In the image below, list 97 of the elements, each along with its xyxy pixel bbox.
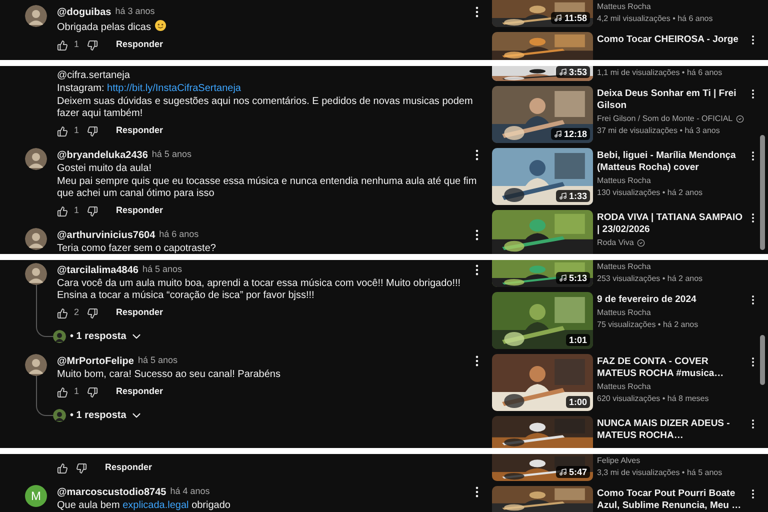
music-note-icon <box>554 130 562 138</box>
video-stats: 4,2 mil visualizações • há 6 anos <box>597 13 714 24</box>
video-title[interactable]: Como Tocar CHEIROSA - Jorge <box>597 32 743 46</box>
comment-author[interactable]: @doguibas <box>57 4 112 20</box>
like-count: 2 <box>74 306 80 320</box>
comment-link[interactable]: explicada.legal <box>122 500 189 511</box>
replies-toggle[interactable]: • 1 resposta <box>53 403 484 427</box>
video-duration: 12:18 <box>550 128 590 140</box>
comment-author[interactable]: @marcoscustodio8745 <box>57 484 166 500</box>
scrollbar-thumb[interactable] <box>760 135 765 250</box>
avatar <box>25 5 47 27</box>
comment-text: Cara você da um aula muito boa, aprendi a tocar essa música com você!! Muito obrigado!!! Ensina a tocar a música “coração de isca” por favor bjss!!! <box>57 278 462 302</box>
video-duration: 5:13 <box>556 272 590 284</box>
channel-name[interactable]: Matteus Rocha <box>597 261 651 272</box>
music-note-icon <box>558 274 567 282</box>
channel-name[interactable]: Matteus Rocha <box>597 1 651 12</box>
reply-button[interactable]: Responder <box>116 306 164 320</box>
comment-link[interactable]: http://bit.ly/InstaCifraSertaneja <box>107 83 241 94</box>
video-title[interactable]: NUNCA MAIS DIZER ADEUS - MATEUS ROCHA… <box>597 416 743 442</box>
comment-text: @cifra.sertaneja <box>57 70 131 82</box>
comment-time: há 3 anos <box>115 5 155 18</box>
video-stats: 620 visualizações • há 8 meses <box>597 393 710 404</box>
avatar <box>25 148 47 170</box>
video-stats: 130 visualizações • há 2 anos <box>597 187 704 198</box>
video-duration: 5:47 <box>556 466 590 478</box>
comment-author[interactable]: @bryandeluka2436 <box>57 148 148 162</box>
comment-author[interactable]: @MrPortoFelipe <box>57 354 134 368</box>
comment-author[interactable]: @tarcilalima4846 <box>57 262 138 278</box>
channel-name[interactable]: Matteus Rocha <box>597 381 651 392</box>
comment-text: Muito bom, cara! Sucesso ao seu canal! Parabéns <box>57 369 282 381</box>
scrollbar-thumb[interactable] <box>760 335 765 385</box>
reply-button[interactable]: Responder <box>116 124 164 138</box>
dislike-icon[interactable] <box>87 40 98 50</box>
video-duration: 1:33 <box>556 190 590 202</box>
video-duration: 11:58 <box>551 12 590 24</box>
replies-toggle[interactable]: • 1 resposta <box>53 324 484 348</box>
music-note-icon <box>554 14 562 22</box>
music-note-icon <box>558 192 567 200</box>
comment-text: Que aula bem explicada.legal obrigado <box>57 500 232 512</box>
video-title[interactable]: 9 de fevereiro de 2024 <box>597 292 743 306</box>
like-count: 1 <box>74 124 80 138</box>
reply-button[interactable]: Responder <box>116 385 164 399</box>
channel-name[interactable]: Matteus Rocha <box>597 175 651 186</box>
video-stats: 75 visualizações • há 2 anos <box>597 319 700 330</box>
video-duration: 3:53 <box>556 66 590 78</box>
avatar <box>25 354 47 376</box>
dislike-icon[interactable] <box>87 206 98 216</box>
comment-text: Teria como fazer sem o capotraste? <box>57 243 217 254</box>
avatar <box>53 408 66 422</box>
reply-button[interactable]: Responder <box>116 38 164 52</box>
video-duration: 1:00 <box>566 396 590 408</box>
channel-name[interactable]: Felipe Alves <box>597 455 640 466</box>
avatar <box>25 228 47 250</box>
video-title[interactable]: RODA VIVA | TATIANA SAMPAIO | 23/02/2026 <box>597 210 743 236</box>
channel-name[interactable]: Frei Gilson / Som do Monte - OFICIAL <box>597 113 733 124</box>
dislike-icon[interactable] <box>87 126 98 136</box>
comment-time: há 4 anos <box>170 485 210 498</box>
video-stats: 3,3 mi de visualizações • há 5 anos <box>597 467 724 478</box>
music-note-icon <box>558 68 567 76</box>
comment-time: há 5 anos <box>152 148 192 162</box>
like-icon[interactable] <box>57 126 68 136</box>
channel-name[interactable]: Matteus Rocha <box>597 307 651 318</box>
channel-name[interactable]: Roda Viva <box>597 237 634 248</box>
comment-text: Deixem suas dúvidas e sugestões aqui nos comentários. E pedidos de novas musicas podem fazer aqui também! <box>57 96 474 120</box>
like-count: 1 <box>74 204 80 218</box>
comment-time: há 6 anos <box>159 228 199 242</box>
dislike-icon[interactable] <box>87 386 98 398</box>
like-count: 1 <box>74 385 80 398</box>
reply-button[interactable]: Responder <box>105 461 152 475</box>
dislike-icon[interactable] <box>87 308 98 318</box>
video-title[interactable]: FAZ DE CONTA - COVER MATEUS ROCHA #musica… <box>597 354 743 380</box>
video-duration: 1:01 <box>566 334 590 346</box>
like-icon[interactable] <box>57 308 68 318</box>
like-icon[interactable] <box>57 40 68 50</box>
video-title[interactable]: Bebi, liguei - Marília Mendonça (Matteus Rocha) cover <box>597 148 743 174</box>
comment-text: Instagram: http://bit.ly/InstaCifraSertaneja <box>57 83 242 95</box>
video-stats: 1,1 mi de visualizações • há 6 anos <box>597 67 724 78</box>
video-stats: 253 visualizações • há 2 anos <box>597 273 704 284</box>
music-note-icon <box>558 468 567 476</box>
like-icon[interactable] <box>57 206 68 216</box>
comment-time: há 5 anos <box>142 263 182 276</box>
comment-text: Gostei muito da aula! <box>57 163 152 175</box>
dislike-icon[interactable] <box>76 462 87 474</box>
video-title[interactable]: Deixa Deus Sonhar em Ti | Frei Gilson <box>597 86 743 112</box>
like-icon[interactable] <box>57 462 68 474</box>
comment-text: Obrigada pelas dicas <box>57 20 484 34</box>
avatar: M <box>25 485 47 507</box>
avatar <box>53 330 66 342</box>
like-icon[interactable] <box>57 386 68 398</box>
comment-text: Meu pai sempre quis que eu tocasse essa música e nunca entendia nenhuma aula até que fim que achei um canal ótimo para isso <box>57 176 478 200</box>
video-stats: 37 mi de visualizações • há 3 anos <box>597 125 721 136</box>
like-count: 1 <box>74 38 80 52</box>
video-title[interactable]: Como Tocar Pout Pourri Boate Azul, Sublime Renuncia, Meu … <box>597 486 743 512</box>
reply-button[interactable]: Responder <box>116 204 164 218</box>
comment-time: há 5 anos <box>138 354 178 368</box>
comment-author[interactable]: @arthurvinicius7604 <box>57 228 156 242</box>
avatar <box>25 263 47 285</box>
